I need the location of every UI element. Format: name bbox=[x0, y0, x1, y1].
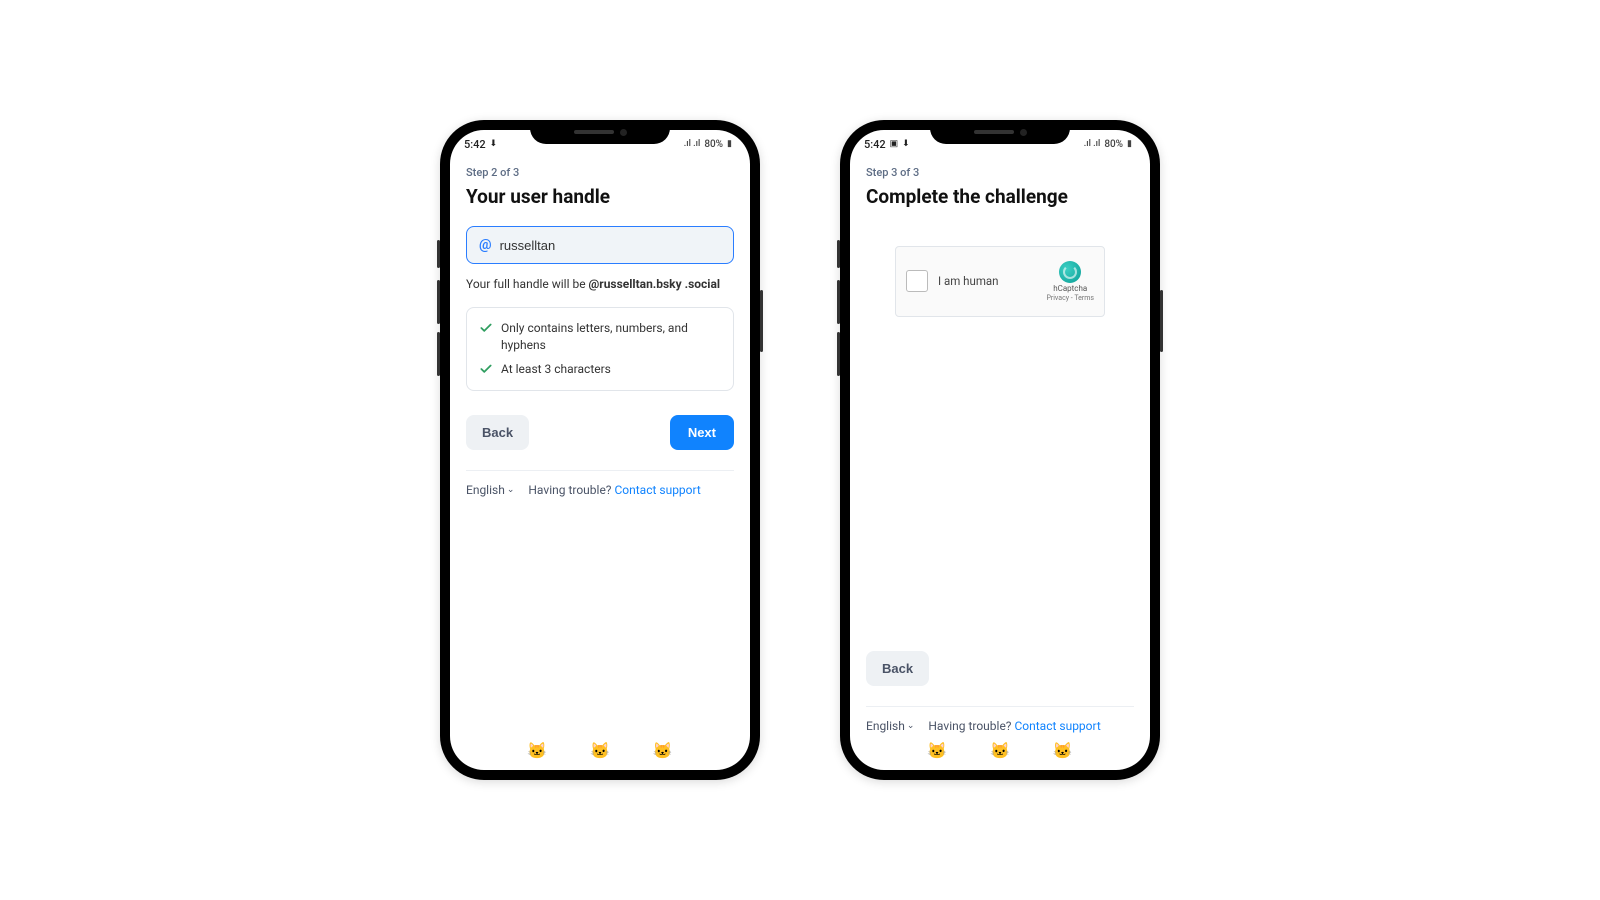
volume-button bbox=[437, 240, 440, 268]
cat-icon: 🐱 bbox=[653, 741, 673, 760]
check-icon bbox=[479, 321, 493, 335]
captcha-brand: hCaptcha bbox=[1046, 285, 1094, 294]
back-button[interactable]: Back bbox=[466, 415, 529, 450]
contact-support-link[interactable]: Contact support bbox=[1014, 719, 1100, 733]
phone-notch bbox=[530, 120, 670, 144]
page-title: Your user handle bbox=[466, 185, 734, 208]
check-icon bbox=[479, 362, 493, 376]
captcha-checkbox[interactable] bbox=[906, 270, 928, 292]
volume-button bbox=[437, 280, 440, 324]
screen-step2: 5:42 ⬇ .ıl .ıl 80% ▮ Step 2 of 3 Your us… bbox=[450, 130, 750, 770]
captcha-label: I am human bbox=[938, 274, 999, 288]
footer: English ⌄ Having trouble? Contact suppor… bbox=[466, 483, 734, 497]
download-icon: ⬇ bbox=[902, 139, 910, 149]
page-title: Complete the challenge bbox=[866, 185, 1134, 208]
phone-frame-step2: 5:42 ⬇ .ıl .ıl 80% ▮ Step 2 of 3 Your us… bbox=[440, 120, 760, 780]
handle-input-container[interactable]: @ bbox=[466, 226, 734, 264]
phone-notch bbox=[930, 120, 1070, 144]
divider bbox=[866, 706, 1134, 707]
bottom-icons: 🐱 🐱 🐱 bbox=[866, 733, 1134, 770]
chevron-down-icon: ⌄ bbox=[907, 721, 915, 731]
captcha-privacy-links[interactable]: Privacy - Terms bbox=[1046, 294, 1094, 302]
cat-icon: 🐱 bbox=[527, 741, 547, 760]
battery-percent: 80% bbox=[1104, 139, 1123, 150]
cat-icon: 🐱 bbox=[590, 741, 610, 760]
cat-icon: 🐱 bbox=[1053, 741, 1073, 760]
cat-icon: 🐱 bbox=[990, 741, 1010, 760]
language-label: English bbox=[866, 719, 905, 733]
status-time: 5:42 bbox=[864, 138, 886, 151]
power-button bbox=[760, 290, 763, 352]
rule-text: Only contains letters, numbers, and hyph… bbox=[501, 320, 721, 354]
signal-icon: .ıl .ıl bbox=[1084, 139, 1101, 149]
handle-full: @russelltan.bsky .social bbox=[589, 277, 721, 291]
volume-button bbox=[837, 332, 840, 376]
chevron-down-icon: ⌄ bbox=[507, 485, 515, 495]
phone-frame-step3: 5:42 ▣ ⬇ .ıl .ıl 80% ▮ Step 3 of 3 Compl… bbox=[840, 120, 1160, 780]
trouble-text: Having trouble? bbox=[528, 483, 611, 497]
image-icon: ▣ bbox=[890, 139, 899, 149]
rule-item: Only contains letters, numbers, and hyph… bbox=[479, 320, 721, 354]
language-selector[interactable]: English ⌄ bbox=[466, 483, 514, 497]
hcaptcha-logo-icon bbox=[1059, 261, 1081, 283]
screen-step3: 5:42 ▣ ⬇ .ıl .ıl 80% ▮ Step 3 of 3 Compl… bbox=[850, 130, 1150, 770]
hcaptcha-widget[interactable]: I am human hCaptcha Privacy - Terms bbox=[895, 246, 1105, 317]
rule-text: At least 3 characters bbox=[501, 361, 611, 378]
volume-button bbox=[437, 332, 440, 376]
at-icon: @ bbox=[479, 237, 492, 253]
rule-item: At least 3 characters bbox=[479, 361, 721, 378]
step-indicator: Step 2 of 3 bbox=[466, 166, 734, 179]
back-button[interactable]: Back bbox=[866, 651, 929, 686]
handle-hint: Your full handle will be @russelltan.bsk… bbox=[466, 276, 734, 293]
download-icon: ⬇ bbox=[490, 139, 498, 149]
footer: English ⌄ Having trouble? Contact suppor… bbox=[866, 719, 1134, 733]
next-button[interactable]: Next bbox=[670, 415, 734, 450]
validation-rules: Only contains letters, numbers, and hyph… bbox=[466, 307, 734, 391]
contact-support-link[interactable]: Contact support bbox=[614, 483, 700, 497]
divider bbox=[466, 470, 734, 471]
language-label: English bbox=[466, 483, 505, 497]
cat-icon: 🐱 bbox=[927, 741, 947, 760]
battery-icon: ▮ bbox=[727, 139, 732, 149]
step-indicator: Step 3 of 3 bbox=[866, 166, 1134, 179]
volume-button bbox=[837, 280, 840, 324]
bottom-icons: 🐱 🐱 🐱 bbox=[466, 733, 734, 770]
power-button bbox=[1160, 290, 1163, 352]
handle-hint-prefix: Your full handle will be bbox=[466, 277, 589, 291]
handle-input[interactable] bbox=[500, 238, 721, 253]
battery-icon: ▮ bbox=[1127, 139, 1132, 149]
status-time: 5:42 bbox=[464, 138, 486, 151]
volume-button bbox=[837, 240, 840, 268]
language-selector[interactable]: English ⌄ bbox=[866, 719, 914, 733]
battery-percent: 80% bbox=[704, 139, 723, 150]
trouble-text: Having trouble? bbox=[928, 719, 1011, 733]
signal-icon: .ıl .ıl bbox=[684, 139, 701, 149]
